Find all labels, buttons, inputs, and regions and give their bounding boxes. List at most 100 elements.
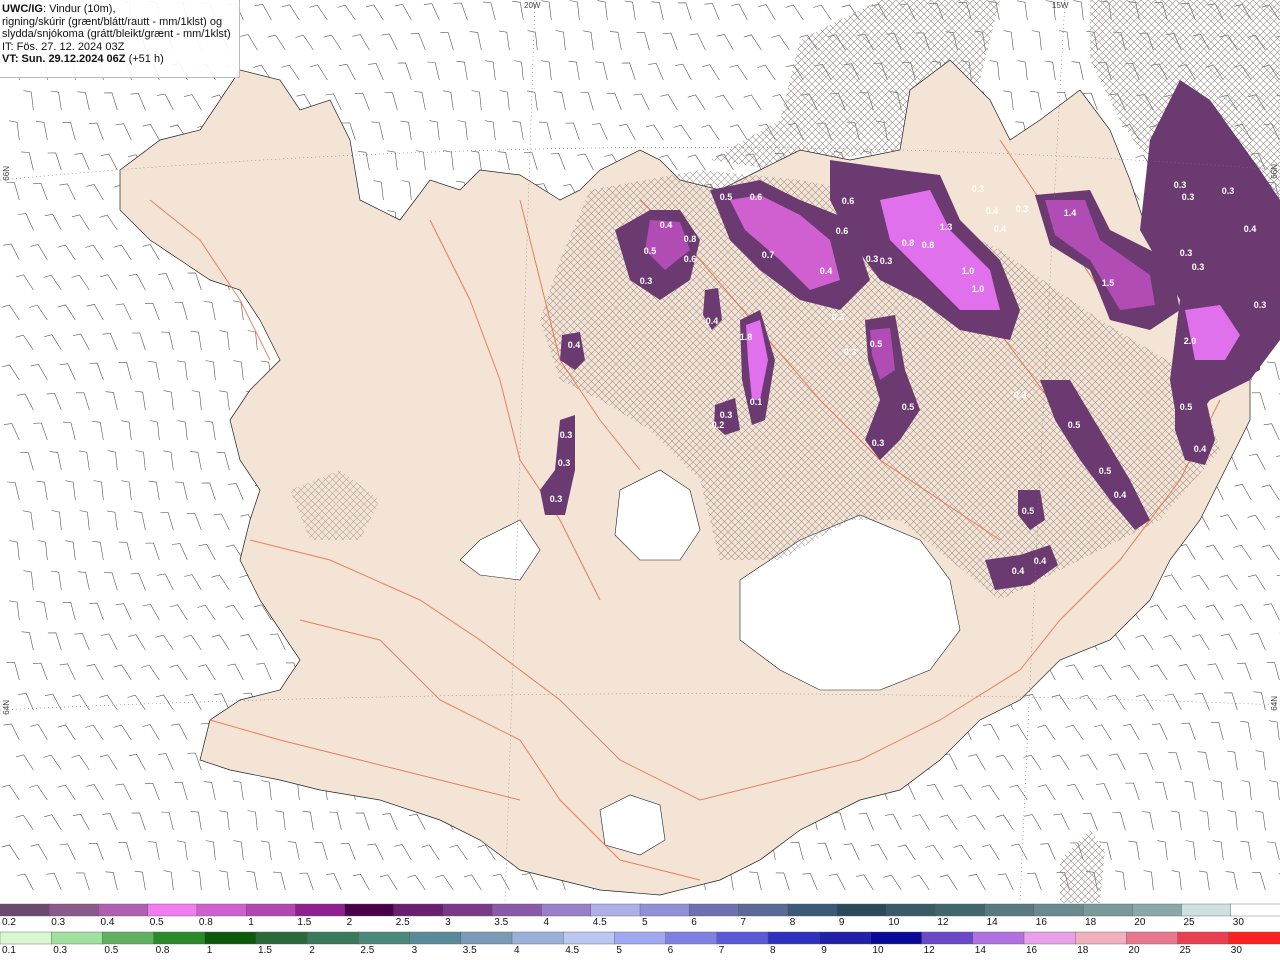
legend-swatch xyxy=(245,903,297,917)
header-line2: rigning/skúrir (grænt/blátt/rautt - mm/1… xyxy=(2,15,223,28)
title-rest: : Vindur (10m), xyxy=(42,3,116,15)
legend-tick-label: 0.3 xyxy=(53,945,68,956)
precip-value-label: 0.3 xyxy=(1174,180,1187,190)
legend-tick-label: 5 xyxy=(616,945,622,956)
precip-value-label: 0.6 xyxy=(684,254,697,264)
legend-snow: 0.2 0.3 0.4 0.5 0.8 1 1.5 2 2.5 3 3.5 4 4.5 5 6 7 8 9 10 12… xyxy=(0,903,1280,931)
precip-value-label: 0.4 xyxy=(1034,556,1047,566)
legend-tick-label: 12 xyxy=(923,945,935,956)
legend-tick-label: 8 xyxy=(770,945,776,956)
legend-swatch xyxy=(541,903,592,917)
legend-tick-label: 18 xyxy=(1085,917,1097,928)
precip-value-label: 0.3 xyxy=(872,438,885,448)
precip-value-label: 0.8 xyxy=(922,240,935,250)
map-header-box: UWC/IG: Vindur (10m), rigning/skúrir (gr… xyxy=(0,0,240,78)
precip-value-label: 0.8 xyxy=(902,238,915,248)
legend-tick-label: 12 xyxy=(937,917,949,928)
legend-swatch xyxy=(819,931,872,945)
precip-value-label: 0.4 xyxy=(1194,444,1207,454)
legend-swatch xyxy=(295,903,346,917)
legend-swatch xyxy=(51,931,104,945)
legend-swatch xyxy=(153,931,206,945)
precip-value-label: 0.3 xyxy=(720,410,733,420)
initial-time: IT: Fös. 27. 12. 2024 03Z xyxy=(2,40,125,53)
precip-value-label: 0.3 xyxy=(1016,204,1029,214)
precip-value-label: 0.3 xyxy=(1254,300,1267,310)
legend-tick-label: 30 xyxy=(1232,917,1244,928)
coord-left-64n: 64N xyxy=(2,700,11,715)
legend-tick-label: 18 xyxy=(1077,945,1089,956)
legend-swatch xyxy=(984,903,1035,917)
legend-swatch xyxy=(639,903,690,917)
precip-value-label: 0.3 xyxy=(640,276,653,286)
legend-swatch xyxy=(147,903,198,917)
precip-value-label: 0.4 xyxy=(1114,490,1127,500)
precip-value-label: 0.3 xyxy=(1014,390,1027,400)
legend-swatch xyxy=(935,903,986,917)
legend-tick-label: 9 xyxy=(821,945,827,956)
legend-swatch xyxy=(1177,931,1230,945)
legend-tick-label: 2 xyxy=(346,917,353,928)
legend-tick-label: 4.5 xyxy=(592,917,607,928)
legend-tick-label: 1.5 xyxy=(297,917,312,928)
legend-tick-label: 2.5 xyxy=(395,917,410,928)
legend-swatch xyxy=(204,931,257,945)
precip-value-label: 0.3 xyxy=(972,184,985,194)
legend-tick-label: 3 xyxy=(445,917,451,928)
legend-swatch xyxy=(972,931,1025,945)
precip-value-label: 0.3 xyxy=(844,347,857,357)
legend-tick-label: 0.5 xyxy=(104,945,119,956)
precip-value-label: 1.5 xyxy=(1102,278,1115,288)
legend-tick-label: 6 xyxy=(691,917,697,928)
legend-swatch xyxy=(716,931,769,945)
precip-value-label: 0.5 xyxy=(1022,506,1035,516)
legend-tick-label: 20 xyxy=(1128,945,1140,956)
precip-value-label: 0.3 xyxy=(1192,262,1205,272)
precip-value-label: 1.0 xyxy=(972,284,985,294)
legend-tick-label: 5 xyxy=(642,917,648,928)
legend-tick-label: 0.5 xyxy=(149,917,164,928)
legend-tick-label: 4 xyxy=(514,945,520,956)
precip-value-label: 0.5 xyxy=(870,339,883,349)
legend-swatch xyxy=(1074,931,1128,945)
precip-value-label: 0.1 xyxy=(892,550,905,560)
precip-value-label: 0.5 xyxy=(1099,466,1112,476)
coord-right-64n: 64N xyxy=(1270,696,1279,711)
legend-tick-label: 25 xyxy=(1179,945,1191,956)
legend-swatch xyxy=(1132,903,1183,917)
precip-value-label: 0.4 xyxy=(660,220,673,230)
precip-value-label: 0.2 xyxy=(712,420,725,430)
legend-swatch xyxy=(409,931,462,945)
legend-tick-label: 16 xyxy=(1026,945,1038,956)
legend-swatch xyxy=(886,903,937,917)
precip-value-label: 0.3 xyxy=(1222,186,1235,196)
precip-value-label: 0.4 xyxy=(994,224,1007,234)
precip-value-label: 0.4 xyxy=(1012,566,1025,576)
precip-value-label: 0.3 xyxy=(866,254,879,264)
legend-swatch xyxy=(255,931,308,945)
legend-swatch xyxy=(870,931,923,945)
precip-value-label: 0.4 xyxy=(986,206,999,216)
legend-tick-label: 3.5 xyxy=(462,945,477,956)
legend-tick-label: 16 xyxy=(1035,917,1047,928)
legend-swatch xyxy=(102,931,155,945)
precip-value-label: 0.4 xyxy=(1244,224,1257,234)
legend-tick-label: 25 xyxy=(1183,917,1195,928)
legend-snow-swatches xyxy=(0,903,1280,917)
legend-swatch xyxy=(1228,931,1280,945)
legend-swatch xyxy=(49,903,100,917)
valid-time: VT: Sun. 29.12.2024 06Z xyxy=(2,53,126,66)
precip-value-label: 0.5 xyxy=(720,192,733,202)
legend-tick-label: 1 xyxy=(248,917,254,928)
precip-value-label: 1.4 xyxy=(1064,208,1077,218)
precip-value-label: 0.1 xyxy=(750,397,763,407)
precip-value-label: 0.3 xyxy=(558,458,571,468)
legend-swatch xyxy=(836,903,887,917)
legend-swatch xyxy=(1126,931,1179,945)
legend-swatch xyxy=(1023,931,1076,945)
forecast-hours: (+51 h) xyxy=(125,53,164,66)
legend-swatch xyxy=(460,931,513,945)
precip-value-label: 0.5 xyxy=(902,402,915,412)
header-line3: slydda/snjókoma (grátt/bleikt/grænt - mm… xyxy=(2,28,231,41)
precip-value-label: 0.3 xyxy=(880,256,893,266)
